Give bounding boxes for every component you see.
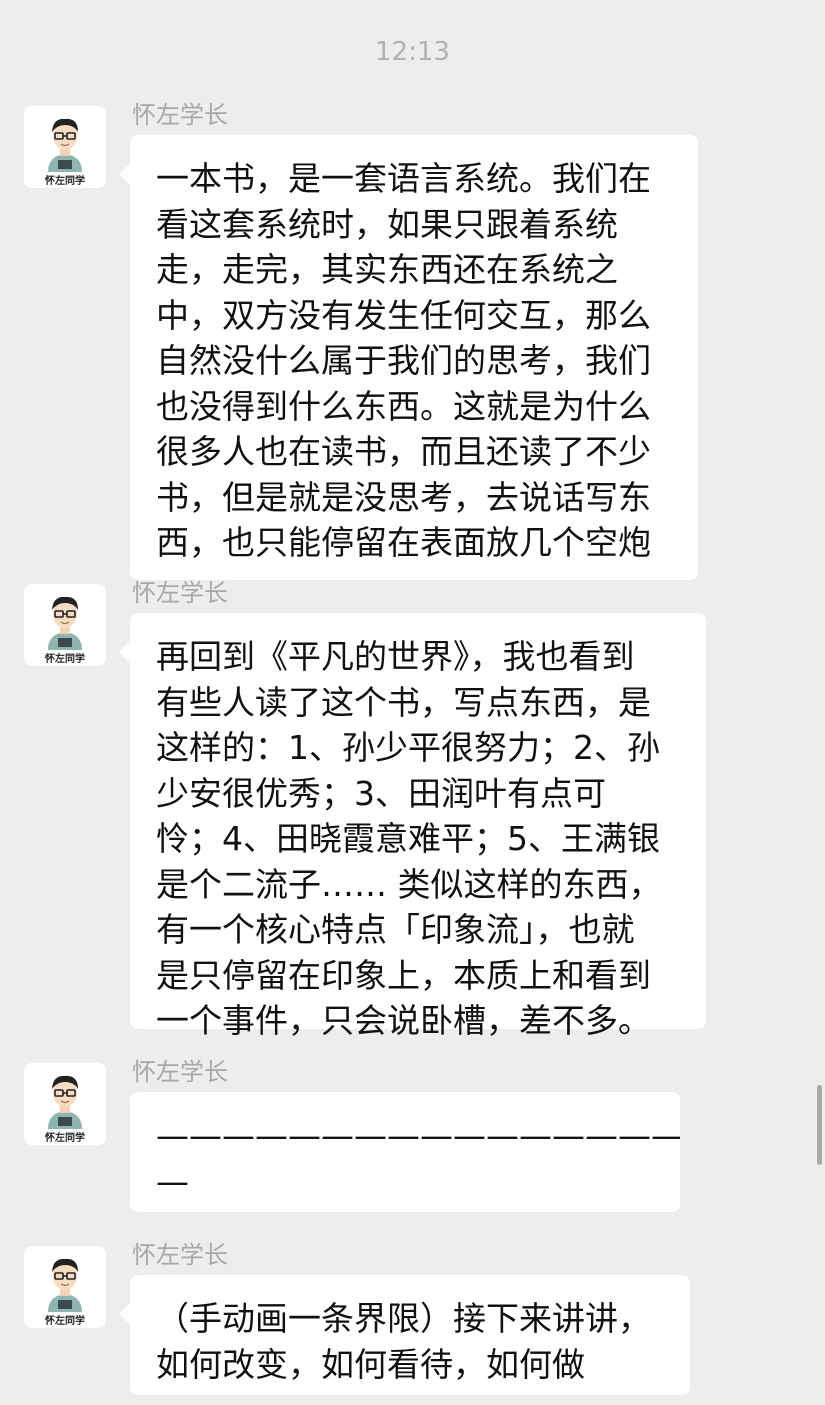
avatar-caption: 怀左同学 — [45, 174, 85, 187]
avatar-icon: 怀左同学 — [24, 584, 106, 666]
avatar[interactable]: 怀左同学 — [24, 584, 106, 666]
message-bubble[interactable]: 再回到《平凡的世界》，我也看到 有些人读了这个书，写点东西，是 这样的：1、孙少… — [119, 613, 706, 1040]
avatar-caption: 怀左同学 — [45, 652, 85, 665]
timestamp: 12:13 — [375, 37, 450, 67]
avatar-caption: 怀左同学 — [45, 1131, 85, 1144]
avatar-icon: 怀左同学 — [24, 106, 106, 188]
message-bubble[interactable]: 一本书，是一套语言系统。我们在 看这套系统时，如果只跟着系统 走，走完，其实东西… — [119, 135, 698, 580]
sender-name: 怀左学长 — [132, 1241, 228, 1269]
message-bubble[interactable]: （手动画一条界限）接下来讲讲， 如何改变，如何看待，如何做 — [119, 1275, 690, 1395]
sender-name: 怀左学长 — [132, 101, 228, 129]
message-bubble[interactable]: —————————————————— — — [130, 1092, 680, 1212]
avatar[interactable]: 怀左同学 — [24, 1246, 106, 1328]
scrollbar-thumb[interactable] — [817, 1085, 822, 1165]
avatar-icon: 怀左同学 — [24, 1063, 106, 1145]
avatar[interactable]: 怀左同学 — [24, 106, 106, 188]
avatar-caption: 怀左同学 — [45, 1314, 85, 1327]
sender-name: 怀左学长 — [132, 1058, 228, 1086]
avatar-icon: 怀左同学 — [24, 1246, 106, 1328]
avatar[interactable]: 怀左同学 — [24, 1063, 106, 1145]
sender-name: 怀左学长 — [132, 579, 228, 607]
